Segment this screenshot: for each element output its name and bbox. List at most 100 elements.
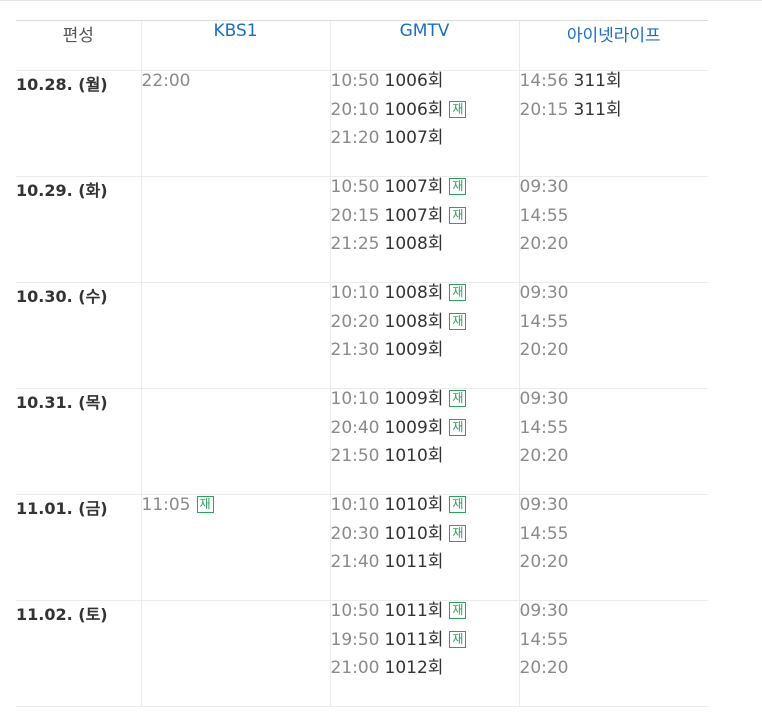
- airing-entry: 20:15 311회: [520, 100, 709, 129]
- schedule-cell-inetlife: 09:30 14:55 20:20: [518, 388, 709, 495]
- schedule-cell-inetlife: 09:30 14:55 20:20: [518, 494, 709, 601]
- airing-entry: 20:20: [520, 446, 709, 475]
- airing-time: 14:56: [519, 71, 569, 91]
- schedule-cell-gmtv: 10:10 1010회 재 20:30 1010회 재 21:40 1011회: [329, 494, 519, 601]
- schedule-header-row: 편성 KBS1 GMTV 아이넷라이프: [16, 20, 708, 71]
- airing-entry: 19:50 1011회 재: [331, 630, 519, 659]
- airing-time: 10:50: [330, 601, 380, 621]
- airing-time: 21:50: [330, 446, 380, 466]
- schedule-cell-gmtv: 10:50 1007회 재 20:15 1007회 재 21:25 1008회: [329, 176, 519, 283]
- airing-entry: 09:30: [520, 601, 709, 630]
- episode-number: 311회: [573, 99, 622, 120]
- airing-entry: 10:50 1011회 재: [331, 601, 519, 630]
- episode-number: 1009회: [384, 340, 444, 360]
- channel-header-inetlife[interactable]: 아이넷라이프: [518, 20, 708, 71]
- episode-number: 1007회: [384, 128, 444, 148]
- schedule-date: 10.28. (월): [16, 70, 141, 177]
- airing-time: 10:10: [330, 283, 380, 303]
- airing-time: 20:40: [330, 417, 380, 438]
- airing-entry: 14:56 311회: [520, 71, 709, 100]
- rerun-badge: 재: [449, 524, 467, 542]
- schedule-body: 10.28. (월) 22:00 10:50 1006회 20:10 1006회 재 21:2…: [16, 70, 709, 707]
- airing-time: 14:55: [519, 205, 569, 226]
- schedule-date: 10.29. (화): [16, 176, 141, 283]
- airing-time: 09:30: [519, 601, 569, 621]
- channel-header-gmtv[interactable]: GMTV: [329, 20, 519, 71]
- airing-time: 20:20: [519, 340, 569, 360]
- airing-entry: 09:30: [520, 495, 709, 524]
- episode-number: 1010회: [384, 495, 444, 515]
- schedule-cell-inetlife: 09:30 14:55 20:20: [518, 600, 709, 707]
- airing-time: 14:55: [519, 523, 569, 544]
- airing-entry: 20:20 1008회 재: [331, 312, 519, 341]
- airing-entry: 21:50 1010회: [331, 446, 519, 475]
- rerun-badge: 재: [449, 284, 467, 301]
- airing-entry: 10:50 1007회 재: [331, 177, 519, 206]
- episode-number: 311회: [573, 71, 622, 91]
- episode-number: 1007회: [384, 177, 444, 197]
- episode-number: 1008회: [384, 234, 444, 254]
- airing-time: 21:40: [330, 552, 380, 572]
- airing-time: 20:10: [330, 99, 380, 120]
- schedule-cell-gmtv: 10:10 1008회 재 20:20 1008회 재 21:30 1009회: [329, 282, 519, 389]
- airing-time: 11:05: [141, 495, 191, 515]
- airing-entry: 14:55: [520, 312, 709, 341]
- schedule-cell-inetlife: 14:56 311회 20:15 311회: [518, 70, 709, 177]
- schedule-cell-kbs1: 11:05 재: [140, 494, 330, 601]
- airing-entry: 11:05 재: [142, 495, 330, 524]
- airing-time: 14:55: [519, 311, 569, 332]
- rerun-badge: 재: [449, 602, 467, 619]
- rerun-badge: 재: [449, 418, 467, 436]
- schedule-date: 10.31. (목): [16, 388, 141, 495]
- airing-entry: 21:00 1012회: [331, 658, 519, 687]
- airing-time: 09:30: [519, 495, 569, 515]
- airing-time: 20:20: [519, 552, 569, 572]
- airing-time: 21:30: [330, 340, 380, 360]
- airing-time: 21:25: [330, 234, 380, 254]
- airing-time: 22:00: [141, 71, 191, 91]
- rerun-badge: 재: [449, 390, 467, 407]
- airing-entry: 14:55: [520, 524, 709, 553]
- airing-time: 10:50: [330, 71, 380, 91]
- airing-entry: 10:10 1010회 재: [331, 495, 519, 524]
- airing-entry: 21:30 1009회: [331, 340, 519, 369]
- airing-entry: 10:10 1009회 재: [331, 389, 519, 418]
- episode-number: 1010회: [384, 523, 444, 544]
- schedule-cell-kbs1: [140, 388, 330, 495]
- schedule-cell-kbs1: [140, 600, 330, 707]
- airing-entry: 09:30: [520, 389, 709, 418]
- episode-number: 1008회: [384, 283, 444, 303]
- episode-number: 1011회: [384, 629, 444, 650]
- schedule-cell-kbs1: [140, 282, 330, 389]
- episode-number: 1007회: [384, 205, 444, 226]
- airing-entry: 20:10 1006회 재: [331, 100, 519, 129]
- episode-number: 1009회: [384, 417, 444, 438]
- airing-entry: 10:10 1008회 재: [331, 283, 519, 312]
- rerun-badge: 재: [449, 312, 467, 330]
- schedule-cell-gmtv: 10:50 1006회 20:10 1006회 재 21:20 1007회: [329, 70, 519, 177]
- episode-number: 1010회: [384, 446, 444, 466]
- airing-time: 10:10: [330, 495, 380, 515]
- channel-header-kbs1[interactable]: KBS1: [140, 20, 330, 71]
- episode-number: 1008회: [384, 311, 444, 332]
- airing-entry: 21:40 1011회: [331, 552, 519, 581]
- schedule-cell-kbs1: [140, 176, 330, 283]
- airing-entry: 21:25 1008회: [331, 234, 519, 263]
- airing-time: 20:20: [519, 658, 569, 678]
- rerun-badge: 재: [449, 496, 467, 513]
- airing-entry: 20:30 1010회 재: [331, 524, 519, 553]
- schedule-row: 11.01. (금) 11:05 재 10:10 1010회 재 20:30 1010회 재 21…: [16, 494, 709, 601]
- airing-entry: 20:40 1009회 재: [331, 418, 519, 447]
- episode-number: 1011회: [384, 601, 444, 621]
- rerun-badge: 재: [449, 630, 467, 648]
- airing-entry: 09:30: [520, 283, 709, 312]
- schedule-date: 11.02. (토): [16, 600, 141, 707]
- schedule-row: 10.31. (목) 10:10 1009회 재 20:40 1009회 재 21:50 101…: [16, 388, 709, 495]
- airing-time: 09:30: [519, 177, 569, 197]
- airing-entry: 20:15 1007회 재: [331, 206, 519, 235]
- airing-entry: 21:20 1007회: [331, 128, 519, 157]
- rerun-badge: 재: [196, 496, 214, 513]
- airing-time: 09:30: [519, 283, 569, 303]
- airing-entry: 20:20: [520, 552, 709, 581]
- episode-number: 1006회: [384, 99, 444, 120]
